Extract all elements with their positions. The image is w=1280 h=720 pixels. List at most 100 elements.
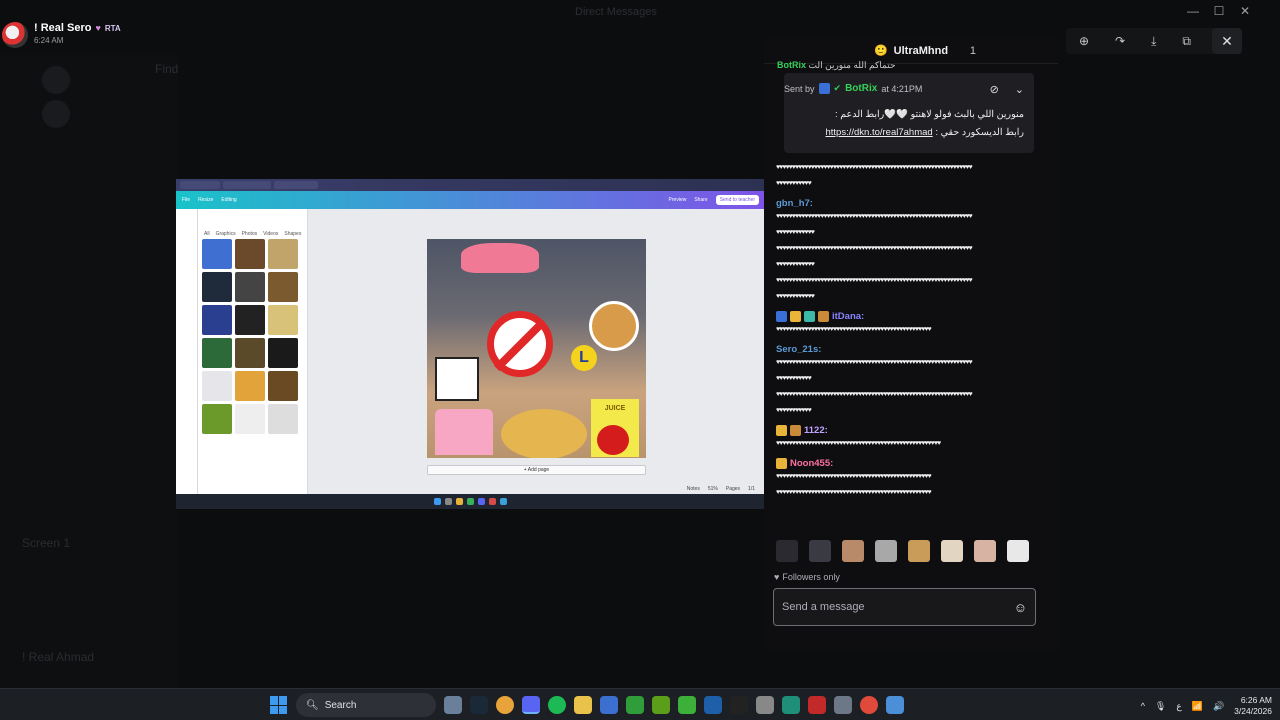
android-app-icon[interactable] xyxy=(782,696,800,714)
car-sticker[interactable] xyxy=(461,243,539,273)
graphic-item[interactable] xyxy=(202,404,232,434)
browser-tab[interactable] xyxy=(223,181,271,189)
panel-tab-videos[interactable]: Videos xyxy=(263,231,278,237)
open-external-icon[interactable]: ⧉ xyxy=(1182,34,1191,49)
photo-sticker[interactable] xyxy=(435,357,479,401)
graphic-item[interactable] xyxy=(202,305,232,335)
panel-tab-shapes[interactable]: Shapes xyxy=(284,231,301,237)
xbox-app-icon[interactable] xyxy=(626,696,644,714)
letter-sticker[interactable]: L xyxy=(571,345,597,371)
graphic-item[interactable] xyxy=(268,404,298,434)
emote-button[interactable] xyxy=(875,540,897,562)
send-to-teacher-button[interactable]: Send to teacher xyxy=(715,195,759,205)
no-sign-sticker[interactable] xyxy=(487,311,553,377)
phone-app-icon[interactable] xyxy=(756,696,774,714)
server-avatar[interactable] xyxy=(42,100,70,128)
close-window-button[interactable]: ✕ xyxy=(1232,4,1258,18)
chat-input[interactable]: Send a message ☺ xyxy=(773,588,1036,626)
notes-button[interactable]: Notes xyxy=(687,486,700,492)
emote-button[interactable] xyxy=(809,540,831,562)
chevron-up-icon[interactable]: ^ xyxy=(1141,701,1145,711)
close-viewer-button[interactable]: ✕ xyxy=(1212,28,1242,54)
graphic-item[interactable] xyxy=(268,239,298,269)
chevron-down-icon[interactable]: ⌄ xyxy=(1015,83,1024,96)
apple-sticker[interactable] xyxy=(597,425,629,455)
resize-menu[interactable]: Resize xyxy=(198,197,213,203)
clock[interactable]: 6:26 AM 3/24/2026 xyxy=(1234,695,1272,717)
steam-app-icon[interactable] xyxy=(470,696,488,714)
chat-username[interactable]: Sero_21s: xyxy=(776,344,1046,355)
language-indicator[interactable]: ع xyxy=(1176,701,1181,712)
emote-button[interactable] xyxy=(1007,540,1029,562)
chrome-profile-icon[interactable] xyxy=(860,696,878,714)
emote-button[interactable] xyxy=(842,540,864,562)
server-avatar[interactable] xyxy=(42,66,70,94)
graphic-item[interactable] xyxy=(268,371,298,401)
panel-tab-graphics[interactable]: Graphics xyxy=(216,231,236,237)
preview-button[interactable]: Preview xyxy=(669,197,687,203)
play-app-icon[interactable] xyxy=(678,696,696,714)
store-app-icon[interactable] xyxy=(600,696,618,714)
pinned-user[interactable]: BotRix xyxy=(845,83,877,94)
panel-tab-photos[interactable]: Photos xyxy=(242,231,258,237)
maximize-button[interactable]: ☐ xyxy=(1206,4,1232,18)
nvidia-app-icon[interactable] xyxy=(652,696,670,714)
hide-eye-icon[interactable]: ⊘ xyxy=(990,83,999,96)
wifi-icon[interactable]: 📶 xyxy=(1192,701,1203,712)
forward-icon[interactable]: ↷ xyxy=(1115,34,1125,48)
graphic-item[interactable] xyxy=(235,371,265,401)
graphic-item[interactable] xyxy=(202,371,232,401)
file-menu[interactable]: File xyxy=(182,197,190,203)
chat-username[interactable]: 1122: xyxy=(804,425,828,436)
graphic-item[interactable] xyxy=(235,404,265,434)
zoom-level[interactable]: 51% xyxy=(708,486,718,492)
graphic-item[interactable] xyxy=(268,338,298,368)
emote-button[interactable] xyxy=(974,540,996,562)
emote-button[interactable] xyxy=(941,540,963,562)
graphic-item[interactable] xyxy=(202,239,232,269)
chat-username[interactable]: Noon455: xyxy=(790,458,833,469)
graphic-item[interactable] xyxy=(235,272,265,302)
minimize-button[interactable]: — xyxy=(1180,4,1206,18)
pinned-link[interactable]: https://dkn.to/real7ahmad xyxy=(825,127,932,138)
settings-app-icon[interactable] xyxy=(834,696,852,714)
camera-app-icon[interactable] xyxy=(444,696,462,714)
spotify-app-icon[interactable] xyxy=(548,696,566,714)
graphic-item[interactable] xyxy=(268,305,298,335)
microphone-icon[interactable]: 🎙 xyxy=(1155,701,1166,712)
emote-button[interactable] xyxy=(908,540,930,562)
zoom-icon[interactable]: ⊕ xyxy=(1079,34,1089,48)
browser-app-icon[interactable] xyxy=(886,696,904,714)
avatar[interactable] xyxy=(2,22,28,48)
w-app-icon[interactable] xyxy=(808,696,826,714)
food-sticker[interactable] xyxy=(589,301,639,351)
chat-username[interactable]: gbn_h7: xyxy=(776,198,1046,209)
volume-icon[interactable]: 🔊 xyxy=(1213,701,1224,712)
editing-menu[interactable]: Editing xyxy=(221,197,236,203)
graphic-item[interactable] xyxy=(235,239,265,269)
browser-tab[interactable] xyxy=(180,181,220,189)
file-explorer-icon[interactable] xyxy=(574,696,592,714)
add-page-button[interactable]: + Add page xyxy=(427,465,646,475)
graphic-item[interactable] xyxy=(235,305,265,335)
taskbar-search[interactable]: 🔍︎ Search xyxy=(296,693,436,717)
graphic-item[interactable] xyxy=(202,338,232,368)
share-button[interactable]: Share xyxy=(694,197,707,203)
g-app-icon[interactable] xyxy=(730,696,748,714)
graphic-item[interactable] xyxy=(235,338,265,368)
download-icon[interactable]: ⤓ xyxy=(1151,34,1156,49)
panel-tab-all[interactable]: All xyxy=(204,231,210,237)
graphic-item[interactable] xyxy=(268,272,298,302)
cake-sticker[interactable] xyxy=(435,409,493,455)
browser-tab[interactable] xyxy=(274,181,318,189)
emote-button[interactable] xyxy=(776,540,798,562)
pages-button[interactable]: Pages xyxy=(726,486,740,492)
discord-app-icon[interactable] xyxy=(522,696,540,714)
chat-username[interactable]: itDana: xyxy=(832,311,864,322)
window-app-icon[interactable] xyxy=(704,696,722,714)
design-canvas[interactable]: L JUICE xyxy=(427,239,646,458)
plate-sticker[interactable] xyxy=(501,409,587,458)
graphic-item[interactable] xyxy=(202,272,232,302)
emoji-picker-icon[interactable]: ☺ xyxy=(1014,600,1027,615)
start-button[interactable] xyxy=(270,696,288,714)
